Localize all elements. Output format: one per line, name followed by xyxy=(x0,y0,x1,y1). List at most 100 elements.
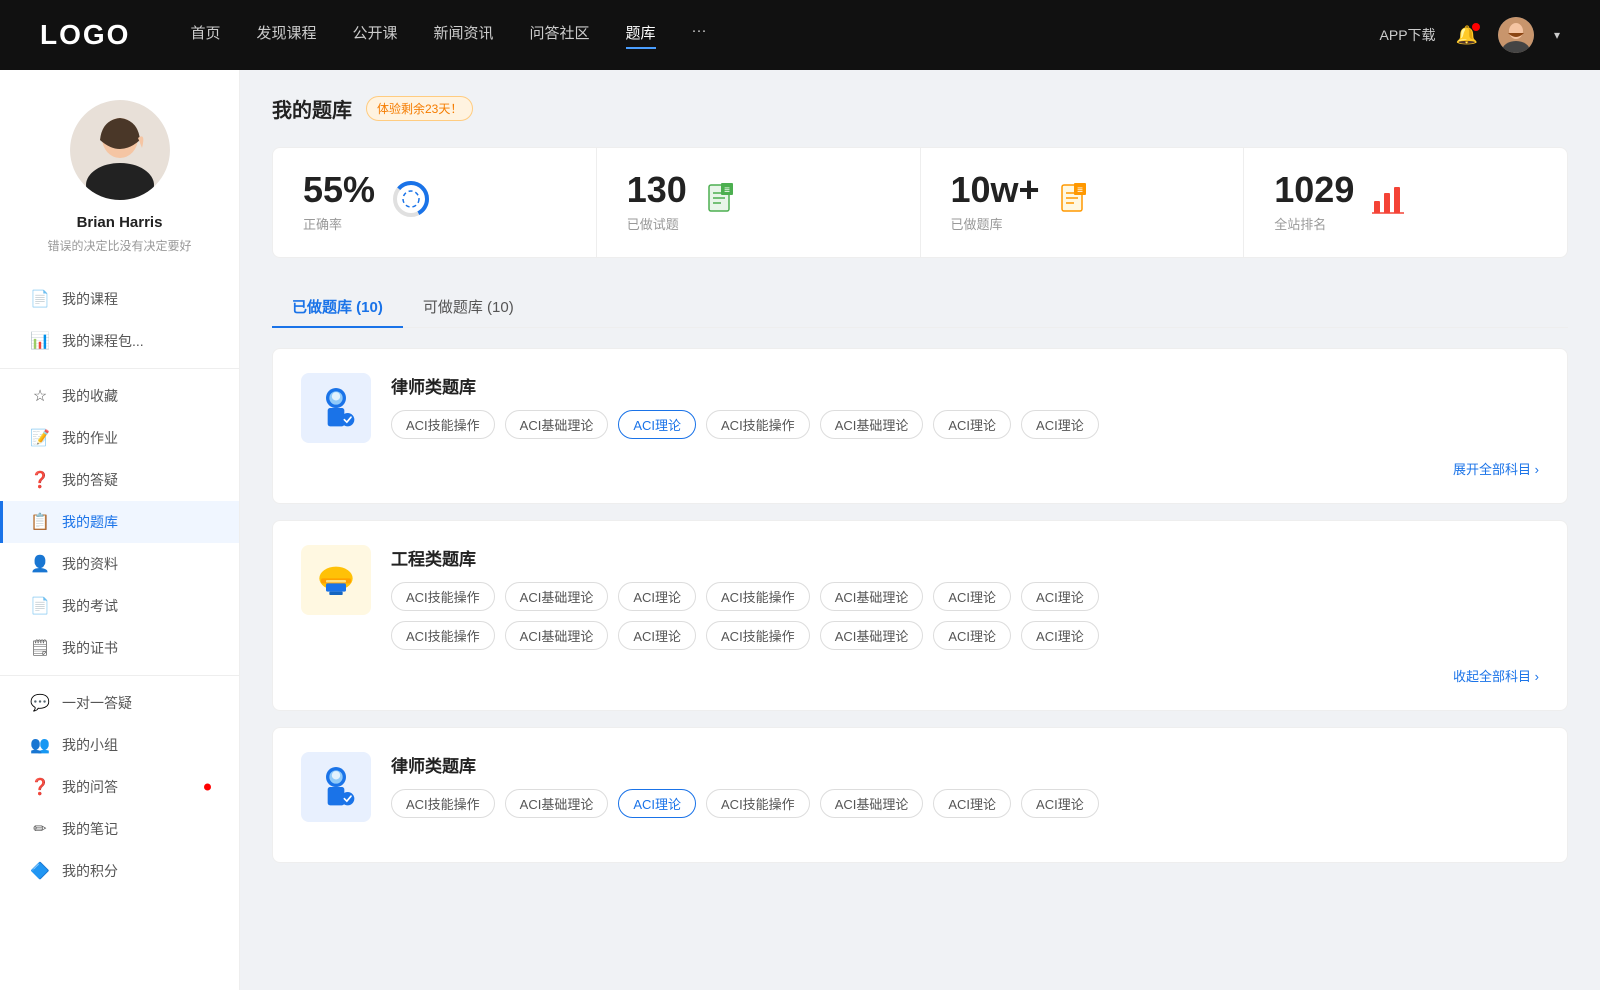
qbank-footer-2: 收起全部科目 › xyxy=(301,666,1539,686)
sidebar-item-my-group[interactable]: 👥 我的小组 xyxy=(0,724,239,766)
qbank-card-lawyer-1: 律师类题库 ACI技能操作 ACI基础理论 ACI理论 ACI技能操作 ACI基… xyxy=(272,348,1568,504)
tag[interactable]: ACI技能操作 xyxy=(391,410,495,439)
stat-done-text: 130 已做试题 xyxy=(627,172,687,233)
tag-active[interactable]: ACI理论 xyxy=(618,410,696,439)
nav-more[interactable]: ··· xyxy=(692,22,707,49)
tag[interactable]: ACI基础理论 xyxy=(505,410,609,439)
nav-open-course[interactable]: 公开课 xyxy=(352,22,397,49)
questions-icon: ❓ xyxy=(30,777,50,797)
sidebar-item-my-qbank[interactable]: 📋 我的题库 xyxy=(0,501,239,543)
tab-available-banks[interactable]: 可做题库 (10) xyxy=(403,286,534,327)
tag[interactable]: ACI理论 xyxy=(933,789,1011,818)
sidebar-label: 我的课程 xyxy=(62,289,118,309)
tag[interactable]: ACI技能操作 xyxy=(391,789,495,818)
tag[interactable]: ACI基础理论 xyxy=(505,789,609,818)
nav-qbank[interactable]: 题库 xyxy=(626,22,656,49)
sidebar: Brian Harris 错误的决定比没有决定要好 📄 我的课程 📊 我的课程包… xyxy=(0,70,240,990)
main-content: 我的题库 体验剩余23天！ 55% 正确率 xyxy=(240,70,1600,990)
app-download-button[interactable]: APP下载 xyxy=(1380,25,1436,45)
stat-done-questions: 130 已做试题 ≡ xyxy=(597,148,921,257)
course-icon: 📄 xyxy=(30,289,50,309)
user-name: Brian Harris xyxy=(77,214,163,231)
sidebar-item-my-points[interactable]: 🔷 我的积分 xyxy=(0,850,239,892)
stat-done-value: 130 xyxy=(627,172,687,208)
qbank-footer-1: 展开全部科目 › xyxy=(301,459,1539,479)
sidebar-item-my-exam[interactable]: 📄 我的考试 xyxy=(0,585,239,627)
tag-active[interactable]: ACI理论 xyxy=(618,789,696,818)
logo[interactable]: LOGO xyxy=(40,19,130,51)
qbank-title-1: 律师类题库 xyxy=(391,373,1539,398)
sidebar-item-my-questions[interactable]: ❓ 我的问答 xyxy=(0,766,239,808)
tab-done-banks[interactable]: 已做题库 (10) xyxy=(272,286,403,327)
collapse-link-2[interactable]: 收起全部科目 › xyxy=(1453,669,1539,684)
tag[interactable]: ACI技能操作 xyxy=(391,621,495,650)
sidebar-item-my-course-pack[interactable]: 📊 我的课程包... xyxy=(0,320,239,362)
qbank-header-2: 工程类题库 ACI技能操作 ACI基础理论 ACI理论 ACI技能操作 ACI基… xyxy=(301,545,1539,650)
stat-accuracy-label: 正确率 xyxy=(303,214,375,233)
tag[interactable]: ACI理论 xyxy=(1021,582,1099,611)
tag[interactable]: ACI技能操作 xyxy=(391,582,495,611)
user-avatar[interactable] xyxy=(1498,17,1534,53)
nav-home[interactable]: 首页 xyxy=(190,22,220,49)
group-icon: 👥 xyxy=(30,735,50,755)
tag[interactable]: ACI理论 xyxy=(1021,410,1099,439)
sidebar-item-my-homework[interactable]: 📝 我的作业 xyxy=(0,417,239,459)
nav-qa[interactable]: 问答社区 xyxy=(530,22,590,49)
qbank-card-lawyer-2: 律师类题库 ACI技能操作 ACI基础理论 ACI理论 ACI技能操作 ACI基… xyxy=(272,727,1568,863)
sidebar-item-one-on-one[interactable]: 💬 一对一答疑 xyxy=(0,682,239,724)
sidebar-item-my-cert[interactable]: 🗒 我的证书 xyxy=(0,627,239,669)
tag[interactable]: ACI基础理论 xyxy=(505,621,609,650)
stat-accuracy-text: 55% 正确率 xyxy=(303,172,375,233)
tag[interactable]: ACI基础理论 xyxy=(820,621,924,650)
svg-text:≡: ≡ xyxy=(724,185,730,196)
sidebar-menu: 📄 我的课程 📊 我的课程包... ☆ 我的收藏 📝 我的作业 ❓ 我的答疑 � xyxy=(0,278,239,892)
stat-done-label: 已做试题 xyxy=(627,214,687,233)
cert-icon: 🗒 xyxy=(30,638,50,658)
notification-bell-icon[interactable]: 🔔 xyxy=(1456,25,1478,46)
tag[interactable]: ACI技能操作 xyxy=(706,621,810,650)
page-title: 我的题库 xyxy=(272,94,352,123)
exam-icon: 📄 xyxy=(30,596,50,616)
tag[interactable]: ACI理论 xyxy=(1021,621,1099,650)
stats-row: 55% 正确率 130 已做试题 xyxy=(272,147,1568,258)
tag[interactable]: ACI理论 xyxy=(933,582,1011,611)
tab-row: 已做题库 (10) 可做题库 (10) xyxy=(272,286,1568,328)
tags-row-1: ACI技能操作 ACI基础理论 ACI理论 ACI技能操作 ACI基础理论 AC… xyxy=(391,410,1539,439)
sidebar-item-my-notes[interactable]: ✏ 我的笔记 xyxy=(0,808,239,850)
sidebar-label: 我的问答 xyxy=(62,777,118,797)
homework-icon: 📝 xyxy=(30,428,50,448)
notes-icon: ✏ xyxy=(30,819,50,839)
tag[interactable]: ACI技能操作 xyxy=(706,582,810,611)
qbank-header-1: 律师类题库 ACI技能操作 ACI基础理论 ACI理论 ACI技能操作 ACI基… xyxy=(301,373,1539,443)
trial-badge: 体验剩余23天！ xyxy=(366,96,473,121)
tag[interactable]: ACI技能操作 xyxy=(706,410,810,439)
tags-row-2a: ACI技能操作 ACI基础理论 ACI理论 ACI技能操作 ACI基础理论 AC… xyxy=(391,582,1539,611)
tag[interactable]: ACI理论 xyxy=(1021,789,1099,818)
user-menu-chevron-icon[interactable]: ▾ xyxy=(1554,28,1560,42)
nav-discover[interactable]: 发现课程 xyxy=(256,22,316,49)
sidebar-item-my-collection[interactable]: ☆ 我的收藏 xyxy=(0,375,239,417)
stat-banks-label: 已做题库 xyxy=(951,214,1040,233)
sidebar-item-my-course[interactable]: 📄 我的课程 xyxy=(0,278,239,320)
nav-news[interactable]: 新闻资讯 xyxy=(434,22,494,49)
stat-accuracy: 55% 正确率 xyxy=(273,148,597,257)
tag[interactable]: ACI基础理论 xyxy=(820,410,924,439)
tag[interactable]: ACI理论 xyxy=(933,410,1011,439)
tag[interactable]: ACI基础理论 xyxy=(505,582,609,611)
sidebar-item-my-qa[interactable]: ❓ 我的答疑 xyxy=(0,459,239,501)
tag[interactable]: ACI技能操作 xyxy=(706,789,810,818)
tag[interactable]: ACI基础理论 xyxy=(820,582,924,611)
tag[interactable]: ACI理论 xyxy=(933,621,1011,650)
qbank-info-3: 律师类题库 ACI技能操作 ACI基础理论 ACI理论 ACI技能操作 ACI基… xyxy=(391,752,1539,818)
sidebar-label: 我的证书 xyxy=(62,638,118,658)
expand-link-1[interactable]: 展开全部科目 › xyxy=(1453,462,1539,477)
sidebar-item-my-profile[interactable]: 👤 我的资料 xyxy=(0,543,239,585)
course-pack-icon: 📊 xyxy=(30,331,50,351)
tag[interactable]: ACI理论 xyxy=(618,582,696,611)
tag[interactable]: ACI理论 xyxy=(618,621,696,650)
points-icon: 🔷 xyxy=(30,861,50,881)
questions-dot xyxy=(204,784,211,791)
sidebar-label: 我的小组 xyxy=(62,735,118,755)
sidebar-label: 一对一答疑 xyxy=(62,693,132,713)
tag[interactable]: ACI基础理论 xyxy=(820,789,924,818)
